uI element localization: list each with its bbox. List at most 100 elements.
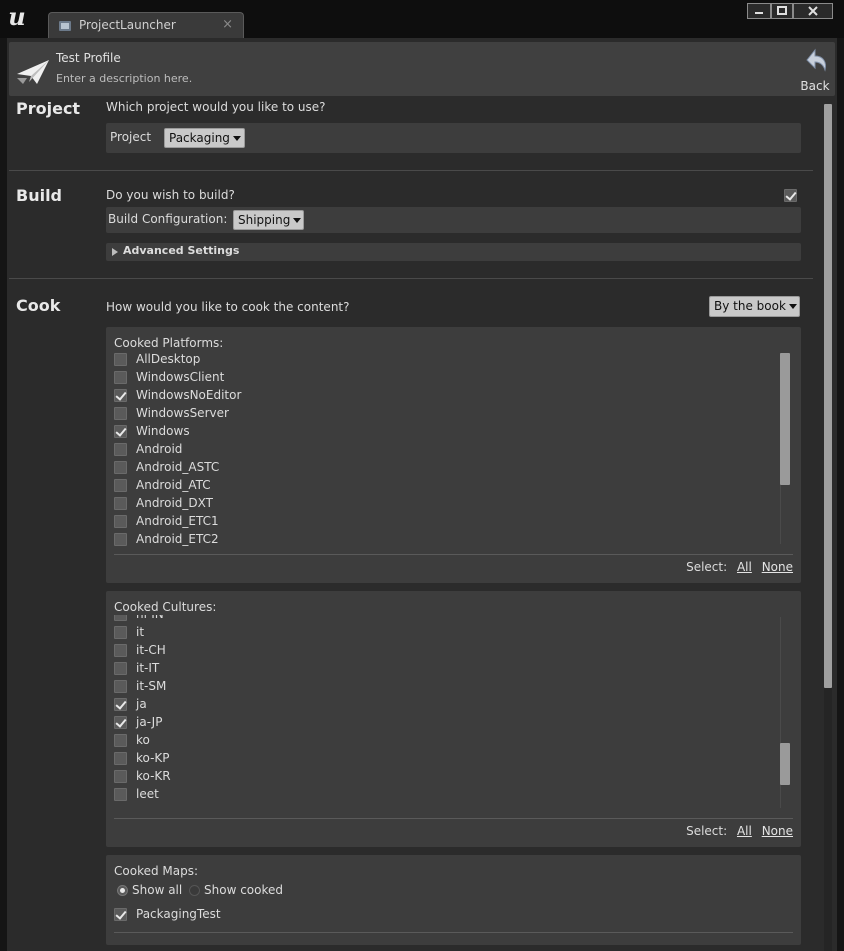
checkbox[interactable] — [114, 788, 127, 801]
profile-name[interactable]: Test Profile — [56, 51, 121, 65]
section-divider — [9, 278, 813, 279]
cook-mode-value: By the book — [714, 299, 786, 313]
list-item-label: Windows — [136, 424, 190, 438]
checkbox[interactable] — [114, 461, 127, 474]
checkbox[interactable] — [114, 716, 127, 729]
profile-description[interactable]: Enter a description here. — [56, 72, 192, 85]
checkbox[interactable] — [114, 908, 127, 921]
list-item-label: WindowsServer — [136, 406, 229, 420]
project-dropdown[interactable]: Packaging — [164, 128, 245, 148]
checkbox[interactable] — [114, 443, 127, 456]
close-icon — [808, 6, 818, 16]
platform-select-controls: Select: All None — [686, 560, 793, 574]
checkbox[interactable] — [114, 497, 127, 510]
checkbox[interactable] — [114, 644, 127, 657]
checkbox[interactable] — [114, 371, 127, 384]
select-none-platforms-link[interactable]: None — [762, 560, 793, 574]
advanced-settings-expander[interactable]: Advanced Settings — [106, 243, 801, 261]
list-item-label: ja-JP — [136, 715, 163, 729]
list-item-label: Android — [136, 442, 183, 456]
back-button[interactable]: Back — [797, 48, 833, 93]
show-all-radio[interactable] — [117, 885, 128, 896]
list-item-label: leet — [136, 787, 159, 801]
build-enabled-checkbox[interactable] — [784, 189, 797, 202]
show-all-label[interactable]: Show all — [132, 883, 182, 897]
checkbox[interactable] — [114, 626, 127, 639]
minimize-button[interactable] — [747, 3, 771, 19]
list-item-label: Android_ETC2 — [136, 532, 219, 546]
select-label: Select: — [686, 824, 728, 838]
select-all-platforms-link[interactable]: All — [737, 560, 752, 574]
chevron-down-icon — [293, 218, 302, 223]
list-item-label: it-IT — [136, 661, 160, 675]
tab-project-launcher[interactable]: ProjectLauncher × — [48, 12, 244, 38]
list-item-label: Android_DXT — [136, 496, 213, 510]
checkbox[interactable] — [114, 479, 127, 492]
window-controls — [747, 3, 837, 19]
checkbox[interactable] — [114, 680, 127, 693]
tab-label: ProjectLauncher — [79, 18, 176, 32]
launcher-window: Test Profile Enter a description here. B… — [7, 38, 837, 951]
culture-scroll-thumb[interactable] — [780, 743, 790, 785]
show-cooked-radio[interactable] — [189, 885, 200, 896]
list-item-label: ko-KP — [136, 751, 170, 765]
project-row: Project Packaging — [106, 123, 801, 153]
expand-arrow-icon — [112, 248, 118, 256]
cooked-maps-panel: Cooked Maps: Show all Show cooked Packag… — [106, 855, 801, 945]
chevron-down-icon — [232, 136, 241, 141]
cook-mode-dropdown[interactable]: By the book — [709, 296, 800, 317]
build-config-label: Build Configuration: — [108, 212, 228, 226]
project-question: Which project would you like to use? — [106, 100, 326, 114]
checkbox[interactable] — [114, 698, 127, 711]
build-config-row: Build Configuration: Shipping — [106, 207, 801, 233]
main-scroll-thumb[interactable] — [824, 104, 832, 688]
select-all-cultures-link[interactable]: All — [737, 824, 752, 838]
list-divider — [114, 932, 793, 933]
checkbox[interactable] — [114, 734, 127, 747]
list-item-label: Android_ATC — [136, 478, 211, 492]
platform-scrollbar[interactable] — [780, 353, 790, 544]
checkbox[interactable] — [114, 425, 127, 438]
cooked-platforms-label: Cooked Platforms: — [114, 336, 224, 350]
project-field-label: Project — [110, 130, 152, 144]
build-question: Do you wish to build? — [106, 188, 235, 202]
maximize-icon — [777, 6, 787, 15]
cooked-platforms-panel: Cooked Platforms: AllDesktop WindowsClien… — [106, 327, 801, 583]
platform-scroll-thumb[interactable] — [780, 353, 790, 485]
checkbox[interactable] — [114, 752, 127, 765]
list-item-label: it-CH — [136, 643, 166, 657]
checkbox[interactable] — [114, 615, 127, 621]
tab-close-icon[interactable]: × — [222, 17, 233, 32]
advanced-settings-label: Advanced Settings — [123, 244, 240, 257]
project-section-title: Project — [16, 99, 81, 118]
list-item-label: WindowsClient — [136, 370, 225, 384]
back-label: Back — [800, 79, 830, 93]
checkbox[interactable] — [114, 353, 127, 366]
title-bar: u ProjectLauncher × — [0, 0, 844, 38]
checkbox[interactable] — [114, 515, 127, 528]
cooked-cultures-label: Cooked Cultures: — [114, 600, 217, 614]
checkbox[interactable] — [114, 533, 127, 546]
list-item-label: it — [136, 625, 145, 639]
list-divider — [114, 818, 793, 819]
paper-plane-icon — [17, 60, 49, 84]
checkbox[interactable] — [114, 407, 127, 420]
cook-question: How would you like to cook the content? — [106, 300, 350, 314]
show-cooked-label[interactable]: Show cooked — [204, 883, 283, 897]
list-item-label: WindowsNoEditor — [136, 388, 242, 402]
checkbox[interactable] — [114, 389, 127, 402]
culture-scrollbar[interactable] — [780, 617, 790, 808]
build-config-dropdown[interactable]: Shipping — [233, 210, 304, 230]
list-item-label: it-SM — [136, 679, 167, 693]
close-window-button[interactable] — [793, 3, 833, 19]
checkbox[interactable] — [114, 770, 127, 783]
checkbox[interactable] — [114, 662, 127, 675]
main-scrollbar[interactable] — [824, 104, 832, 951]
project-dropdown-value: Packaging — [169, 131, 230, 145]
list-item-label: ko-KR — [136, 769, 171, 783]
maximize-button[interactable] — [771, 3, 793, 19]
list-item-label: Android_ETC1 — [136, 514, 219, 528]
select-none-cultures-link[interactable]: None — [762, 824, 793, 838]
select-label: Select: — [686, 560, 728, 574]
profile-header: Test Profile Enter a description here. B… — [9, 42, 835, 96]
